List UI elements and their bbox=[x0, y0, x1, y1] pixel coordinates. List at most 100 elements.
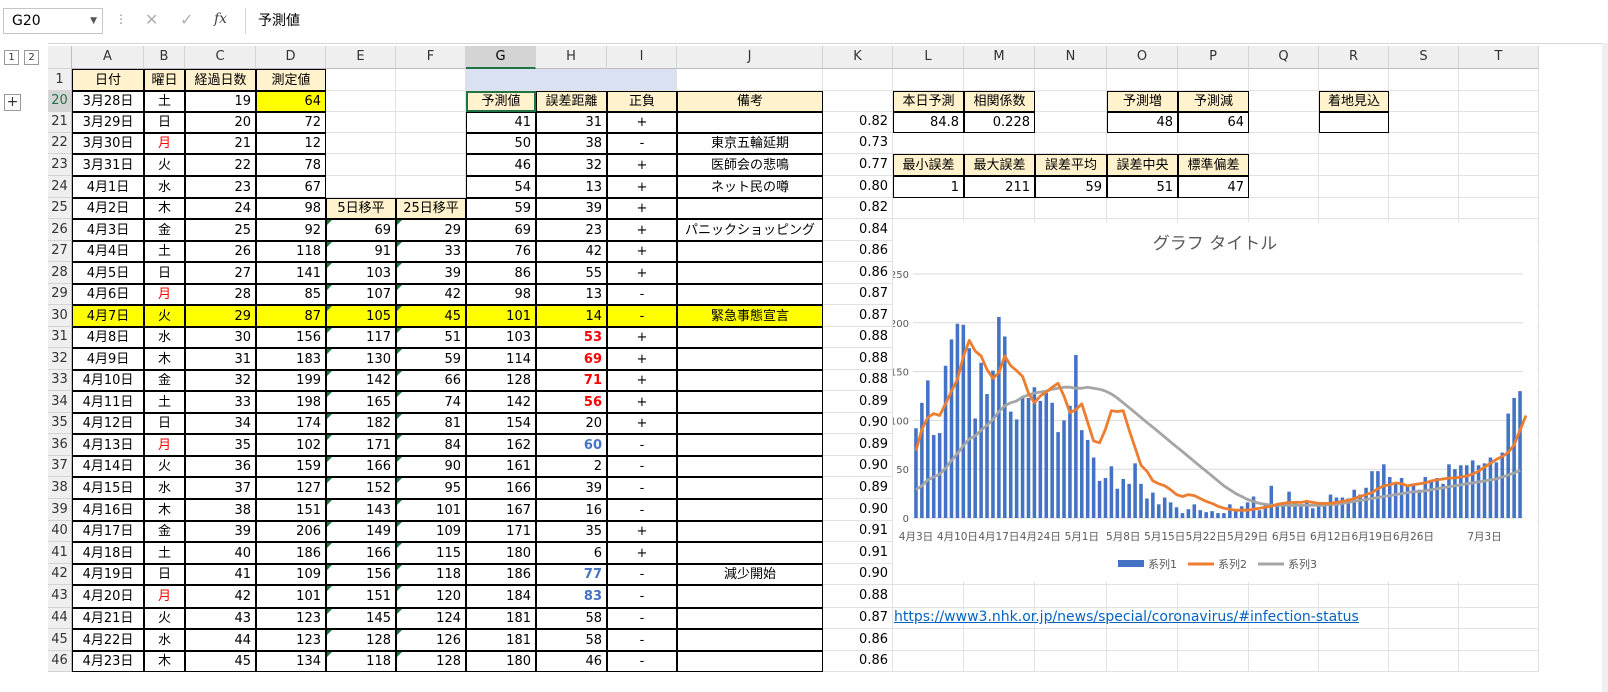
cell-c[interactable]: 35 bbox=[185, 434, 256, 456]
row-header[interactable]: 25 bbox=[48, 198, 72, 219]
cell-h[interactable]: 2 bbox=[536, 456, 607, 477]
cell-h[interactable]: 14 bbox=[536, 305, 607, 327]
cell-b[interactable]: 火 bbox=[144, 154, 185, 176]
cell-a[interactable]: 4月12日 bbox=[72, 413, 144, 434]
cell-o[interactable]: 48 bbox=[1107, 112, 1178, 133]
cell-a[interactable]: 4月7日 bbox=[72, 305, 144, 327]
cell-k[interactable]: 0.90 bbox=[823, 564, 893, 585]
cell-b[interactable]: 月 bbox=[144, 434, 185, 456]
cell-k[interactable]: 0.86 bbox=[823, 241, 893, 262]
chevron-down-icon[interactable]: ▼ bbox=[90, 9, 97, 33]
row-header[interactable]: 33 bbox=[48, 370, 72, 391]
cell-p[interactable]: 47 bbox=[1178, 176, 1249, 198]
cell-g[interactable]: 予測値 bbox=[466, 91, 536, 112]
cell-c[interactable]: 22 bbox=[185, 154, 256, 176]
cell-k[interactable]: 0.90 bbox=[823, 456, 893, 477]
cell-e[interactable]: 142 bbox=[326, 370, 396, 391]
cell-f[interactable]: 33 bbox=[396, 241, 466, 262]
cell-o[interactable] bbox=[1107, 198, 1178, 219]
cell-e[interactable]: 69 bbox=[326, 219, 396, 241]
column-header-r[interactable]: R bbox=[1319, 46, 1389, 69]
row-header[interactable]: 41 bbox=[48, 542, 72, 564]
row-header[interactable]: 46 bbox=[48, 651, 72, 672]
cell-q[interactable] bbox=[1249, 91, 1319, 112]
cell-c[interactable]: 44 bbox=[185, 629, 256, 651]
cell-e[interactable]: 5日移平 bbox=[326, 198, 396, 219]
cell-p[interactable] bbox=[1178, 585, 1249, 608]
cell-p[interactable] bbox=[1178, 69, 1249, 91]
cell-d[interactable]: 64 bbox=[256, 91, 326, 112]
cell-o[interactable] bbox=[1107, 69, 1178, 91]
cell-j[interactable] bbox=[677, 348, 823, 370]
cell-g[interactable]: 86 bbox=[466, 262, 536, 284]
cell-c[interactable]: 23 bbox=[185, 176, 256, 198]
column-header-j[interactable]: J bbox=[677, 46, 823, 69]
row-header[interactable]: 22 bbox=[48, 133, 72, 154]
cell-a[interactable]: 4月10日 bbox=[72, 370, 144, 391]
cell-d[interactable]: 67 bbox=[256, 176, 326, 198]
column-header-b[interactable]: B bbox=[144, 46, 185, 69]
cell-t[interactable] bbox=[1459, 629, 1539, 651]
cell-i[interactable]: - bbox=[607, 133, 677, 154]
cell-b[interactable]: 木 bbox=[144, 651, 185, 672]
cell-d[interactable]: 72 bbox=[256, 112, 326, 133]
check-icon[interactable]: ✓ bbox=[180, 10, 193, 29]
cell-l[interactable]: 本日予測 bbox=[893, 91, 964, 112]
cell-r[interactable] bbox=[1319, 198, 1389, 219]
cell-e[interactable]: 149 bbox=[326, 521, 396, 542]
cell-s[interactable] bbox=[1389, 608, 1459, 629]
cell-b[interactable]: 火 bbox=[144, 456, 185, 477]
cell-f[interactable]: 74 bbox=[396, 391, 466, 413]
row-header[interactable]: 30 bbox=[48, 305, 72, 327]
column-header-s[interactable]: S bbox=[1389, 46, 1459, 69]
cell-e[interactable]: 145 bbox=[326, 608, 396, 629]
cell-a[interactable]: 4月2日 bbox=[72, 198, 144, 219]
cell-e[interactable] bbox=[326, 69, 396, 91]
cell-e[interactable]: 165 bbox=[326, 391, 396, 413]
cell-i[interactable]: - bbox=[607, 608, 677, 629]
cell-g[interactable]: 166 bbox=[466, 477, 536, 499]
cell-q[interactable] bbox=[1249, 69, 1319, 91]
cell-d[interactable]: 92 bbox=[256, 219, 326, 241]
cell-f[interactable] bbox=[396, 176, 466, 198]
cell-c[interactable]: 19 bbox=[185, 91, 256, 112]
cell-c[interactable]: 21 bbox=[185, 133, 256, 154]
cell-b[interactable]: 火 bbox=[144, 305, 185, 327]
row-header[interactable]: 31 bbox=[48, 327, 72, 348]
row-header[interactable]: 36 bbox=[48, 434, 72, 456]
cell-d[interactable]: 101 bbox=[256, 585, 326, 608]
cell-g[interactable]: 76 bbox=[466, 241, 536, 262]
cell-g[interactable]: 180 bbox=[466, 651, 536, 672]
cell-t[interactable] bbox=[1459, 112, 1539, 133]
cell-b[interactable]: 木 bbox=[144, 348, 185, 370]
cell-a[interactable]: 3月29日 bbox=[72, 112, 144, 133]
cell-n[interactable] bbox=[1035, 133, 1107, 154]
cell-j[interactable] bbox=[677, 262, 823, 284]
cell-f[interactable]: 66 bbox=[396, 370, 466, 391]
cell-c[interactable]: 40 bbox=[185, 542, 256, 564]
cell-e[interactable] bbox=[326, 133, 396, 154]
cell-j[interactable]: 備考 bbox=[677, 91, 823, 112]
column-header-l[interactable]: L bbox=[893, 46, 964, 69]
cell-f[interactable]: 120 bbox=[396, 585, 466, 608]
cell-g[interactable]: 103 bbox=[466, 327, 536, 348]
cell-j[interactable] bbox=[677, 585, 823, 608]
cell-f[interactable]: 39 bbox=[396, 262, 466, 284]
row-header[interactable]: 32 bbox=[48, 348, 72, 370]
cell-c[interactable]: 45 bbox=[185, 651, 256, 672]
cell-j[interactable] bbox=[677, 391, 823, 413]
cell-b[interactable]: 日 bbox=[144, 564, 185, 585]
row-header[interactable]: 23 bbox=[48, 154, 72, 176]
row-header[interactable]: 1 bbox=[48, 69, 72, 91]
row-header[interactable]: 20 bbox=[48, 91, 72, 112]
nhk-link[interactable]: https://www3.nhk.or.jp/news/special/coro… bbox=[894, 609, 1359, 625]
cell-j[interactable]: ネット民の噂 bbox=[677, 176, 823, 198]
cell-j[interactable] bbox=[677, 499, 823, 521]
cell-h[interactable]: 31 bbox=[536, 112, 607, 133]
cell-a[interactable]: 4月21日 bbox=[72, 608, 144, 629]
cell-m[interactable] bbox=[964, 133, 1035, 154]
row-header[interactable]: 45 bbox=[48, 629, 72, 651]
cell-m[interactable] bbox=[964, 651, 1035, 672]
cell-e[interactable] bbox=[326, 176, 396, 198]
cell-t[interactable] bbox=[1459, 133, 1539, 154]
